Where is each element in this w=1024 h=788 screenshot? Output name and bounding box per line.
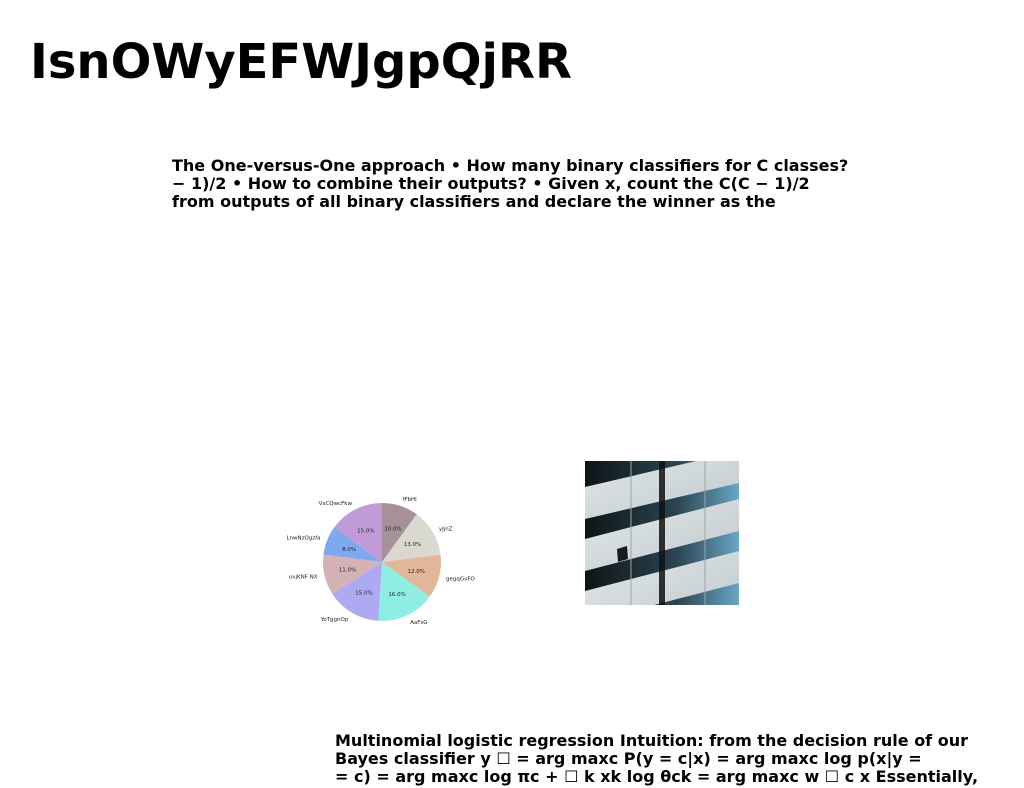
pie-category-label: LnwNzOgzfa [286, 536, 320, 542]
paragraph-line: = c) = arg maxc log πc + ☐ k xk log θck … [335, 767, 979, 786]
pie-category-label: fFbHl [402, 497, 417, 503]
multinomial-paragraph: Multinomial logistic regression Intuitio… [335, 732, 978, 786]
pie-pct-label: 12.0% [408, 569, 425, 575]
pie-pct-label: 11.0% [339, 568, 356, 574]
pie-category-label: yJjnZ [439, 526, 453, 532]
pie-pct-label: 10.0% [384, 526, 401, 532]
pie-category-label: YoTggnOp [320, 617, 349, 623]
paragraph-line: The One-versus-One approach • How many b… [172, 156, 849, 175]
paragraph-line: − 1)/2 • How to combine their outputs? •… [172, 174, 810, 193]
building-photo-svg [585, 461, 739, 605]
one-vs-one-paragraph: The One-versus-One approach • How many b… [172, 157, 848, 211]
pie-chart-svg: 10.0% fFbHl 13.0% yJjnZ 12.0% gegqGvFO 16.0% Aa… [286, 497, 476, 626]
pie-pct-label: 13.0% [404, 542, 421, 548]
paragraph-line: from outputs of all binary classifiers a… [172, 192, 776, 211]
pie-pct-label: 16.0% [388, 592, 405, 598]
paragraph-line: Bayes classifier y ☐ = arg maxc P(y = c|… [335, 749, 922, 768]
pie-category-label: VxCQwcFkw [318, 501, 352, 507]
building-photo [585, 461, 739, 605]
pie-category-label: gegqGvFO [446, 576, 476, 582]
paragraph-line: Multinomial logistic regression Intuitio… [335, 731, 968, 750]
pie-chart: 10.0% fFbHl 13.0% yJjnZ 12.0% gegqGvFO 16.0% Aa… [280, 468, 480, 652]
pie-category-label: uvjKNF NX [289, 574, 318, 580]
page-title: IsnOWyEFWJgpQjRR [30, 34, 572, 90]
pie-pct-label: 15.0% [355, 590, 372, 596]
pie-category-label: AaFsG [410, 620, 427, 626]
pie-pct-label: 15.0% [357, 528, 374, 534]
pie-pct-label: 8.0% [342, 547, 356, 553]
